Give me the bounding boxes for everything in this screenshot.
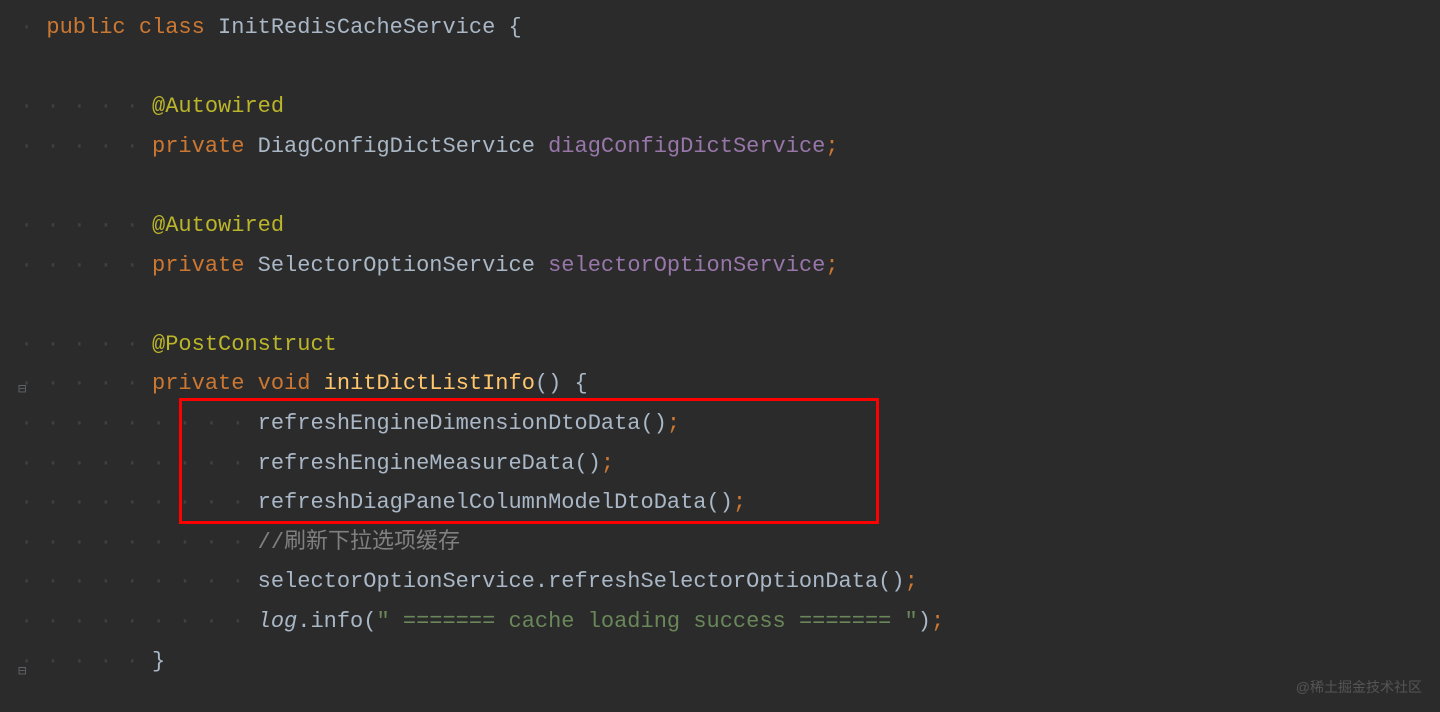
code-line: · public class InitRedisCacheService { <box>20 8 1440 48</box>
watermark-text: @稀土掘金技术社区 <box>1296 675 1422 700</box>
code-line <box>20 285 1440 325</box>
code-line: · · · · · @Autowired <box>20 87 1440 127</box>
code-line: · · · · · } <box>20 642 1440 682</box>
code-line: · · · · · · · · · refreshEngineDimension… <box>20 404 1440 444</box>
code-line: · · · · · · · · · refreshEngineMeasureDa… <box>20 444 1440 484</box>
code-line <box>20 166 1440 206</box>
code-line: · · · · · · · · · refreshDiagPanelColumn… <box>20 483 1440 523</box>
code-line: · · · · · @Autowired <box>20 206 1440 246</box>
code-line: · · · · · private DiagConfigDictService … <box>20 127 1440 167</box>
code-line: · · · · · @PostConstruct <box>20 325 1440 365</box>
code-editor[interactable]: · public class InitRedisCacheService { ·… <box>0 0 1440 689</box>
code-line <box>20 48 1440 88</box>
code-line: · · · · · private void initDictListInfo(… <box>20 364 1440 404</box>
code-line: · · · · · · · · · selectorOptionService.… <box>20 562 1440 602</box>
code-line: · · · · · · · · · //刷新下拉选项缓存 <box>20 523 1440 563</box>
code-line: · · · · · private SelectorOptionService … <box>20 246 1440 286</box>
code-line: · · · · · · · · · log.info(" ======= cac… <box>20 602 1440 642</box>
